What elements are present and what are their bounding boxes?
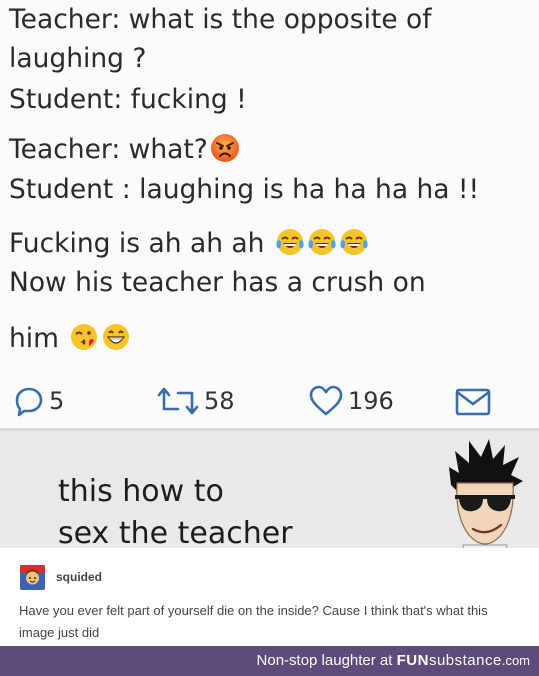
tears-of-joy-emoji [307,227,337,257]
brand-tld: .com [501,653,530,668]
tweet-line: Student: fucking ! [9,84,247,115]
tears-of-joy-emoji [275,227,305,257]
tweet-card: Teacher: what is the opposite of laughin… [0,0,539,425]
comment-username[interactable]: squided [56,570,102,584]
tears-of-joy-emoji [339,227,369,257]
tweet-line: Now his teacher has a crush on [9,267,426,298]
meme-caption-line: sex the teacher [58,516,293,551]
tweet-line: Student : laughing is ha ha ha ha !! [9,174,480,205]
tweet-line: Fucking is ah ah ah [9,228,265,259]
brand-fun: FUN [396,652,429,669]
cartoon-face-icon [445,437,525,558]
comment: squided Have you ever felt part of yours… [0,548,539,646]
footer-text[interactable]: Non-stop laughter at FUNsubstance.com [257,652,530,669]
grinning-face-emoji [101,322,131,352]
tweet-line-with-emoji: him [9,322,131,353]
meme-caption-line: this how to [58,474,224,509]
site-footer-banner: Non-stop laughter at FUNsubstance.com [0,646,539,676]
tweet-actions: 5 58 196 [0,385,539,425]
retweet-count: 58 [204,387,235,415]
envelope-icon [455,388,491,416]
tweet-line: him [9,323,59,354]
tweet-line: Teacher: what? [9,134,208,165]
comment-text: Have you ever felt part of yourself die … [19,603,488,640]
tweet-line: laughing ? [9,43,147,74]
like-count: 196 [348,387,394,415]
retweet-icon [157,387,199,415]
tweet-line: Teacher: what is the opposite of [9,4,432,35]
reply-icon [15,387,43,417]
kissing-face-emoji [69,322,99,352]
avatar[interactable] [20,565,45,590]
footer-prefix: Non-stop laughter at [256,652,393,669]
like-button[interactable]: 196 [308,385,394,417]
message-button[interactable] [455,388,491,416]
reply-button[interactable]: 5 [13,385,64,417]
brand-substance: substance [428,652,502,669]
tweet-line-with-emoji: Teacher: what? [9,133,240,164]
tweet-line-with-emoji: Fucking is ah ah ah [9,227,369,258]
angry-face-emoji [210,133,240,163]
heart-icon [309,385,343,416]
meme-caption-panel: this how to sex the teacher [0,428,539,558]
reply-count: 5 [49,387,65,415]
retweet-button[interactable]: 58 [156,385,235,417]
